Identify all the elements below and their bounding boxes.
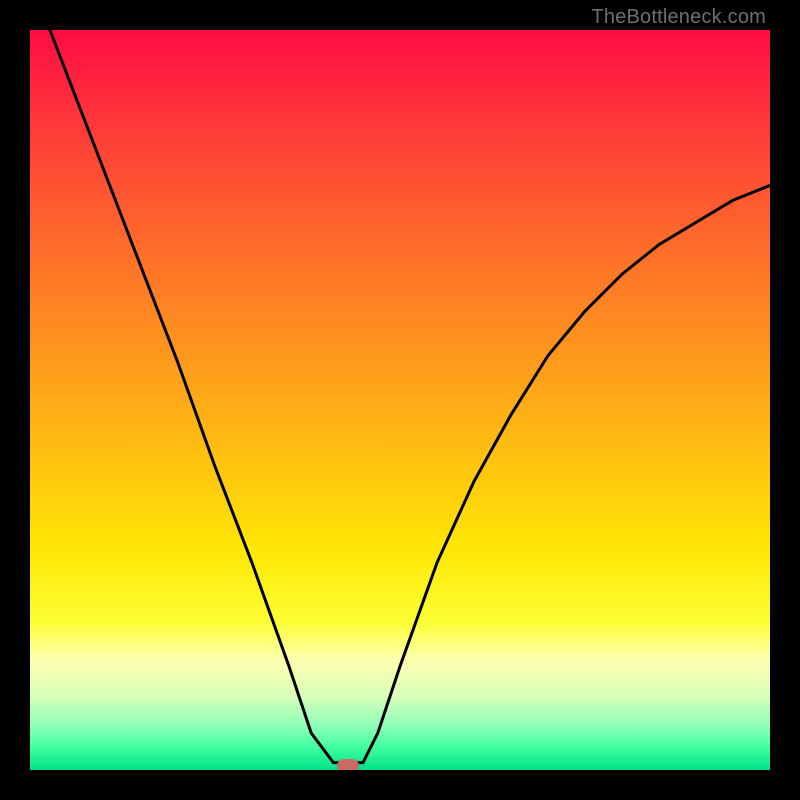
bottleneck-curve (30, 30, 770, 770)
chart-frame: TheBottleneck.com (0, 0, 800, 800)
watermark-text: TheBottleneck.com (591, 6, 766, 29)
curve-path (30, 30, 770, 763)
plot-area (30, 30, 770, 770)
optimal-marker (337, 759, 359, 770)
